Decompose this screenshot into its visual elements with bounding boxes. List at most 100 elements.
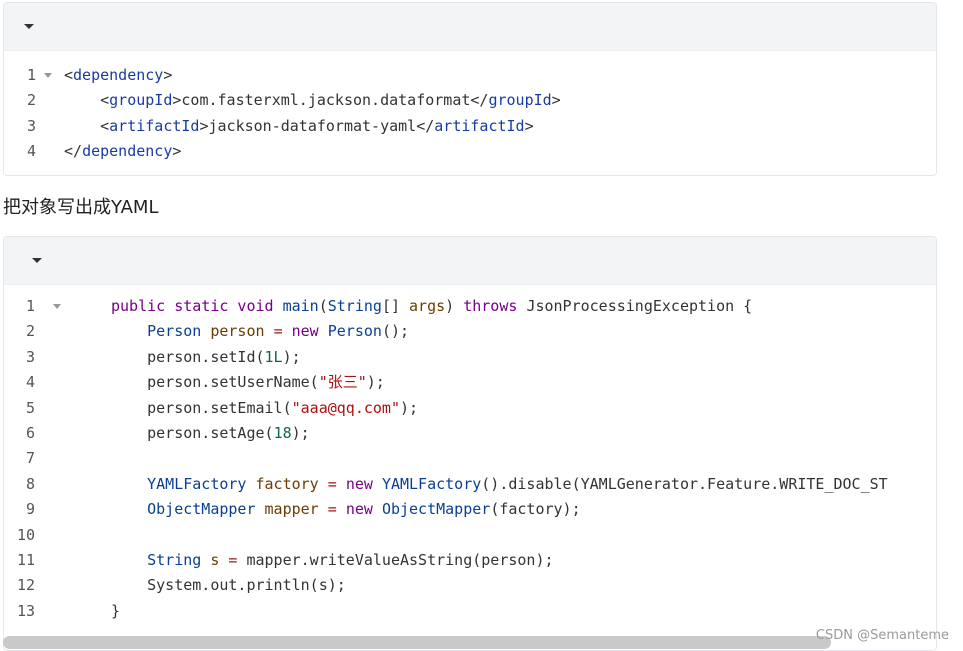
code-line: 4 person.setUserName("张三"); [3, 370, 937, 395]
code-line: 10 [3, 523, 937, 548]
code-token: } [111, 601, 121, 620]
code-token: < [64, 116, 110, 135]
code-token: ().disable(YAMLGenerator.Feature.WRITE_D… [481, 474, 888, 493]
code-token: s [210, 550, 229, 569]
line-number: 3 [26, 116, 36, 135]
code-block-header [4, 3, 936, 51]
code-token: public static void [111, 297, 283, 315]
code-token: > [172, 142, 182, 161]
fold-toggle-icon[interactable] [44, 73, 52, 78]
code-token: throws [463, 297, 527, 315]
line-number: 4 [26, 142, 36, 161]
code-line: 7 [3, 446, 937, 471]
code-text: </dependency> [64, 139, 181, 164]
code-line: 3 <artifactId>jackson-dataformat-yaml</a… [4, 114, 936, 139]
code-line: 1 <dependency> [4, 63, 936, 88]
caret-down-icon[interactable] [24, 24, 34, 29]
code-line: 11 String s = mapper.writeValueAsString(… [3, 548, 937, 573]
code-token: (); [381, 322, 410, 341]
code-token: artifactId [109, 116, 200, 135]
code-line: 4 </dependency> [4, 139, 936, 164]
code-block-xml: 1 <dependency> 2 <groupId>com.fasterxml.ja… [3, 2, 937, 176]
code-token: 18 [273, 423, 292, 442]
code-token: person.setId( [111, 347, 265, 366]
code-body: 1 <dependency> 2 <groupId>com.fasterxml.ja… [4, 51, 936, 165]
code-body: 1 public static void main(String[] args) … [3, 294, 937, 624]
code-token: Person [147, 322, 211, 341]
line-number: 2 [26, 91, 36, 110]
code-token: mapper [264, 500, 328, 519]
line-number: 4 [25, 373, 35, 392]
code-token: = [273, 322, 292, 341]
horizontal-scrollbar[interactable] [3, 636, 831, 649]
line-number: 13 [16, 601, 35, 620]
code-text: person.setEmail("aaa@qq.com"); [111, 396, 418, 421]
code-token: 1L [264, 347, 283, 366]
code-token: person.setUserName( [111, 373, 319, 392]
code-token: dependency [82, 142, 173, 161]
fold-toggle-icon[interactable] [53, 304, 61, 309]
code-text: Person person = new Person(); [111, 319, 409, 344]
code-token: factory [255, 474, 328, 493]
code-token: mapper.writeValueAsString(person); [246, 550, 554, 569]
code-token: args [409, 297, 446, 315]
code-text: person.setUserName("张三"); [111, 370, 385, 395]
code-token: [] [381, 297, 410, 315]
code-line: 8 YAMLFactory factory = new YAMLFactory(… [3, 472, 937, 497]
code-token: String [327, 297, 382, 315]
code-token: new [291, 322, 328, 341]
code-token: >com.fasterxml.jackson.dataformat</ [172, 91, 489, 110]
code-token: "张三" [318, 373, 367, 392]
code-text: public static void main(String[] args) t… [111, 294, 752, 319]
code-token: >jackson-dataformat-yaml</ [199, 116, 435, 135]
code-text: String s = mapper.writeValueAsString(per… [111, 548, 554, 573]
code-token: ObjectMapper [147, 500, 265, 519]
line-number: 12 [16, 576, 35, 595]
line-number: 3 [25, 347, 35, 366]
code-text: System.out.println(s); [111, 573, 346, 598]
code-line: 2 Person person = new Person(); [3, 319, 937, 344]
code-token: ); [400, 398, 419, 417]
line-number: 10 [16, 525, 35, 544]
code-token: String [147, 550, 211, 569]
code-token: person [210, 322, 274, 341]
code-text: } [111, 599, 120, 624]
code-line: 3 person.setId(1L); [3, 345, 937, 370]
caret-down-icon[interactable] [32, 258, 42, 263]
code-token: new [345, 474, 382, 493]
code-token: ObjectMapper [381, 500, 491, 519]
line-number: 9 [25, 500, 35, 519]
code-token: < [64, 91, 110, 110]
code-line: 5 person.setEmail("aaa@qq.com"); [3, 396, 937, 421]
code-token: dependency [73, 66, 164, 84]
code-token: </ [64, 142, 83, 161]
code-token: groupId [109, 91, 173, 110]
code-token: ) [445, 297, 464, 315]
code-line: 12 System.out.println(s); [3, 573, 937, 598]
code-token: person.setAge( [111, 423, 274, 442]
code-token: JsonProcessingException { [526, 297, 753, 315]
code-token: ( [318, 297, 328, 315]
code-token: new [345, 500, 382, 519]
line-number: 11 [16, 550, 35, 569]
code-line: 1 public static void main(String[] args) … [3, 294, 937, 319]
code-text: YAMLFactory factory = new YAMLFactory().… [111, 472, 888, 497]
code-token: main [282, 297, 319, 315]
code-text: <artifactId>jackson-dataformat-yaml</art… [64, 114, 534, 139]
code-line: 13} [3, 599, 937, 624]
code-text: person.setAge(18); [111, 421, 310, 446]
line-number: 2 [25, 322, 35, 341]
code-token: (factory); [490, 500, 581, 519]
code-token: < [64, 66, 74, 84]
code-token: ); [366, 373, 385, 392]
code-text: ObjectMapper mapper = new ObjectMapper(f… [111, 497, 581, 522]
code-token: = [327, 500, 346, 519]
code-token: System.out.println(s); [111, 576, 346, 595]
code-token: person.setEmail( [111, 398, 292, 417]
code-line: 9 ObjectMapper mapper = new ObjectMapper… [3, 497, 937, 522]
line-number: 1 [26, 66, 36, 84]
